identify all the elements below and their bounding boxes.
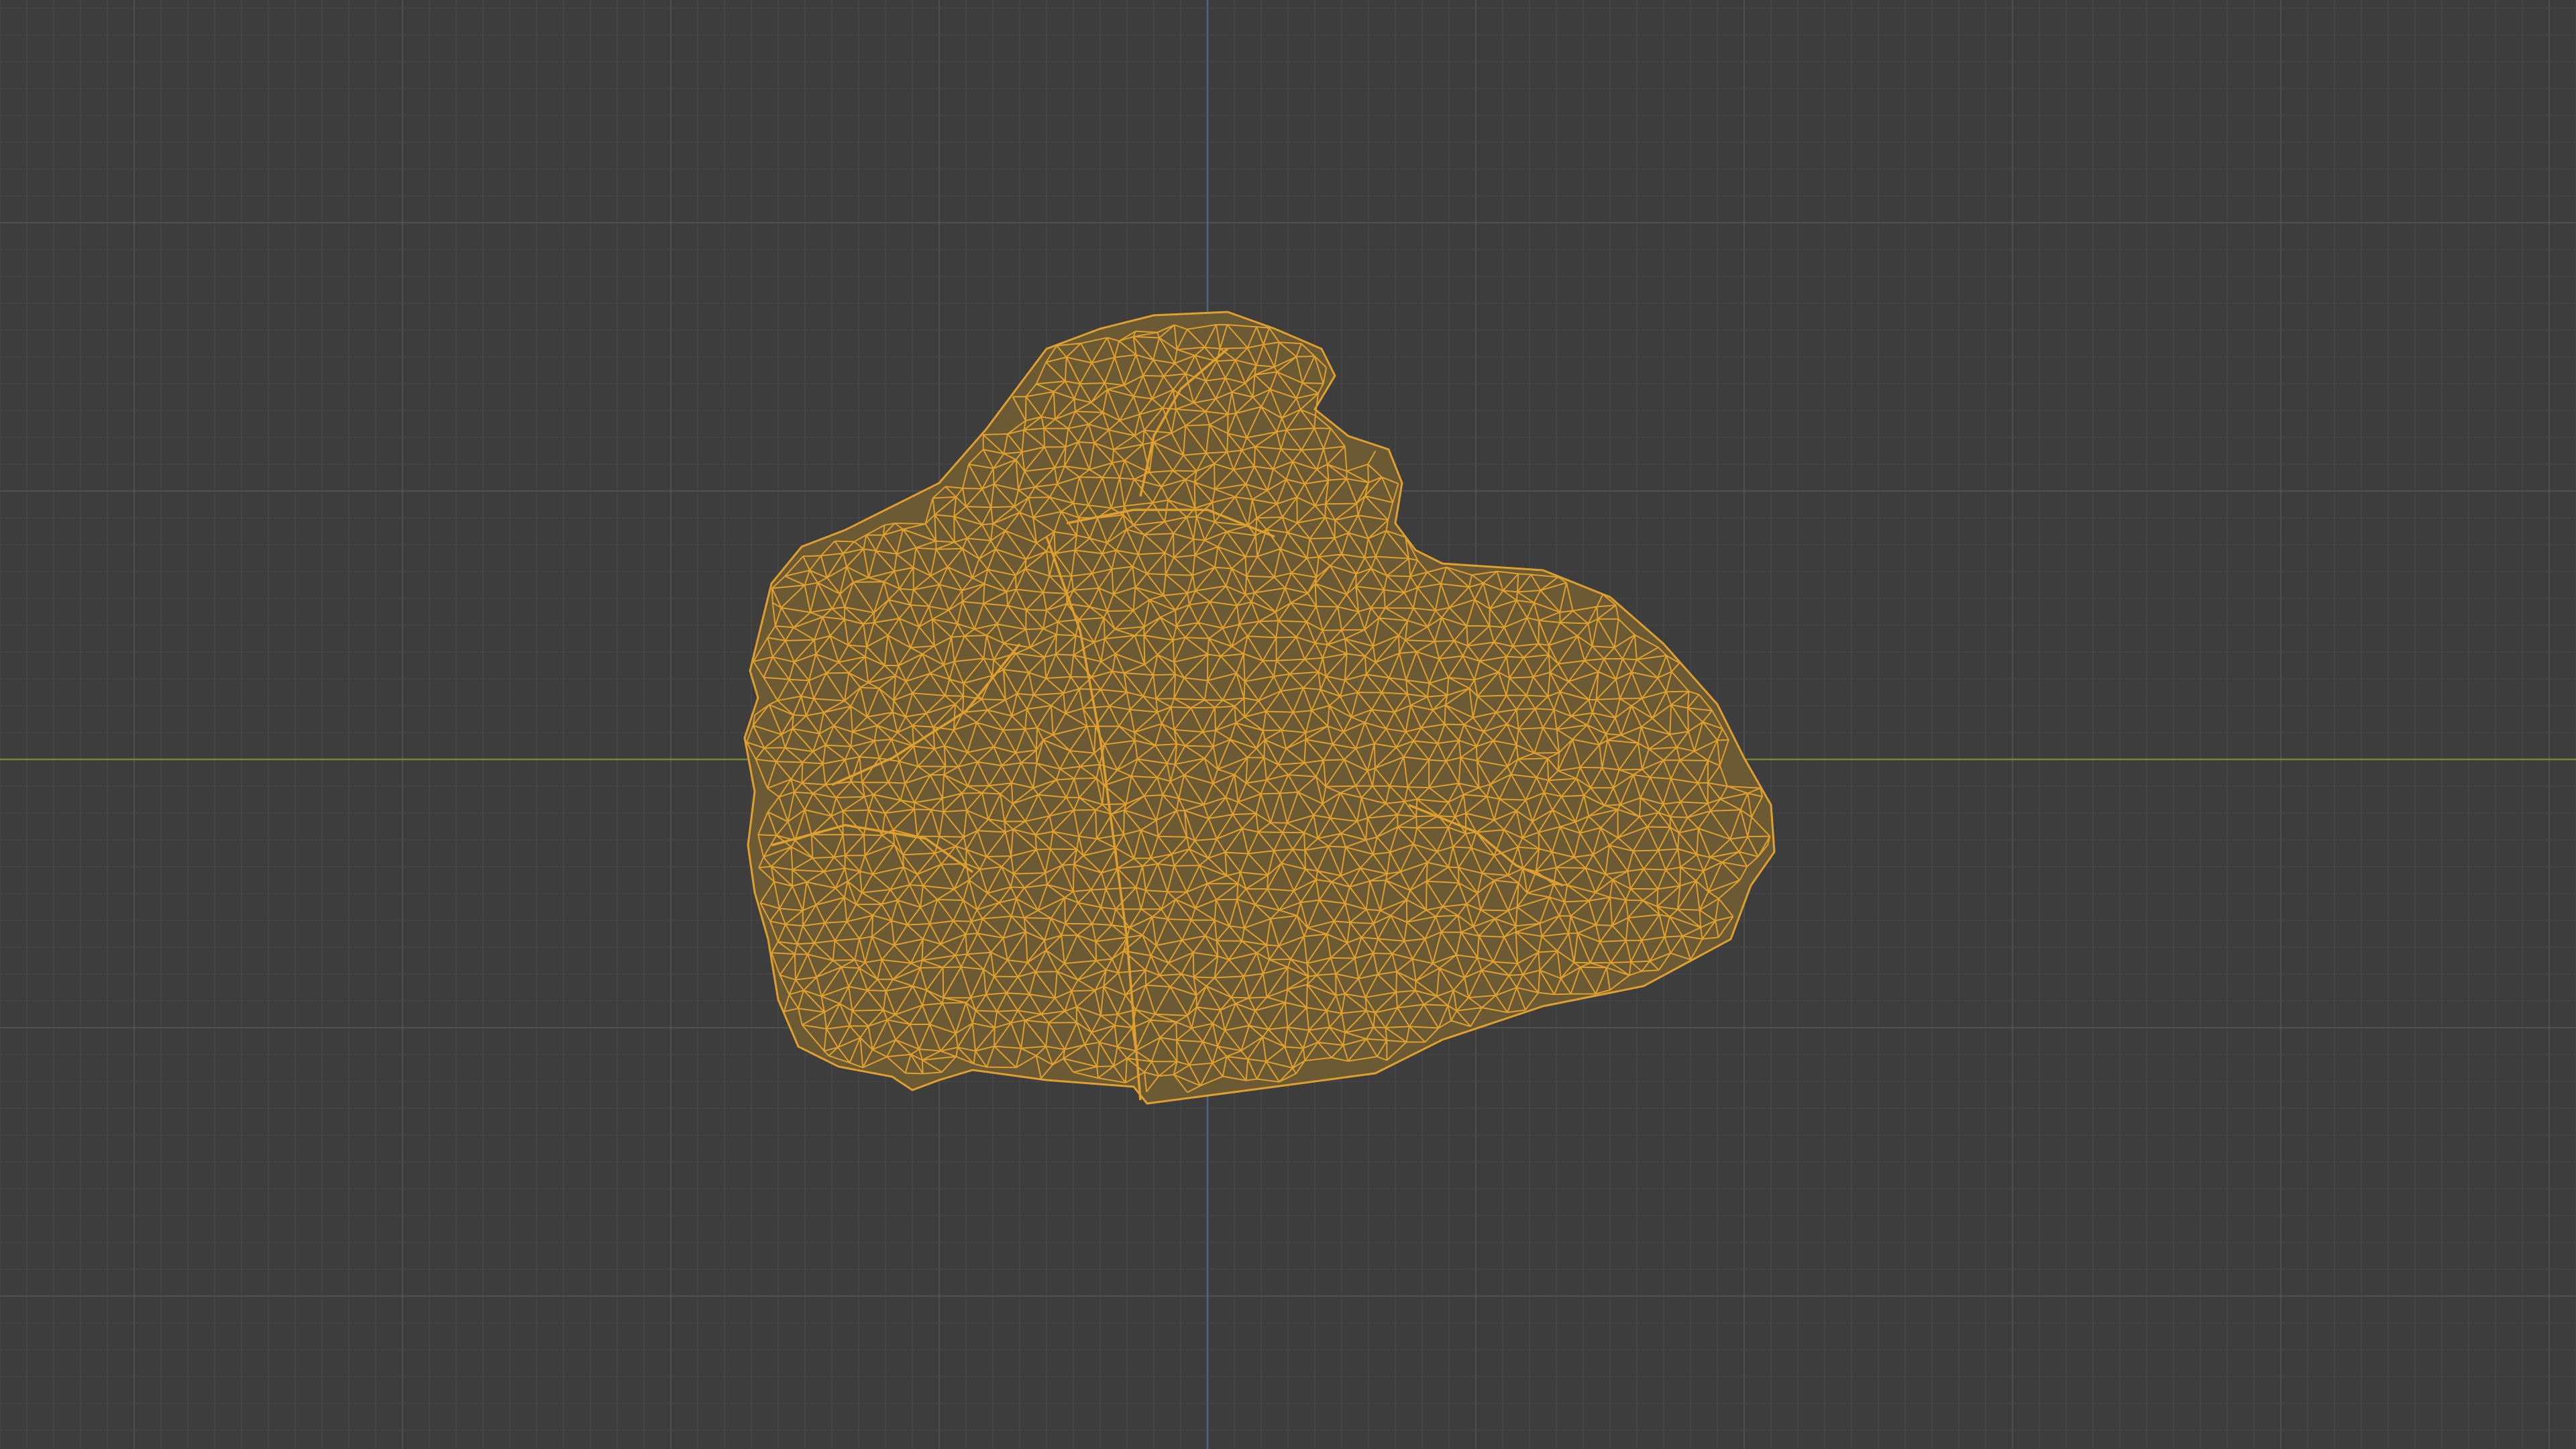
wireframe-mesh-object[interactable] [743,311,1776,1105]
3d-viewport[interactable] [0,0,2576,1449]
viewport-canvas[interactable] [0,0,2576,1449]
